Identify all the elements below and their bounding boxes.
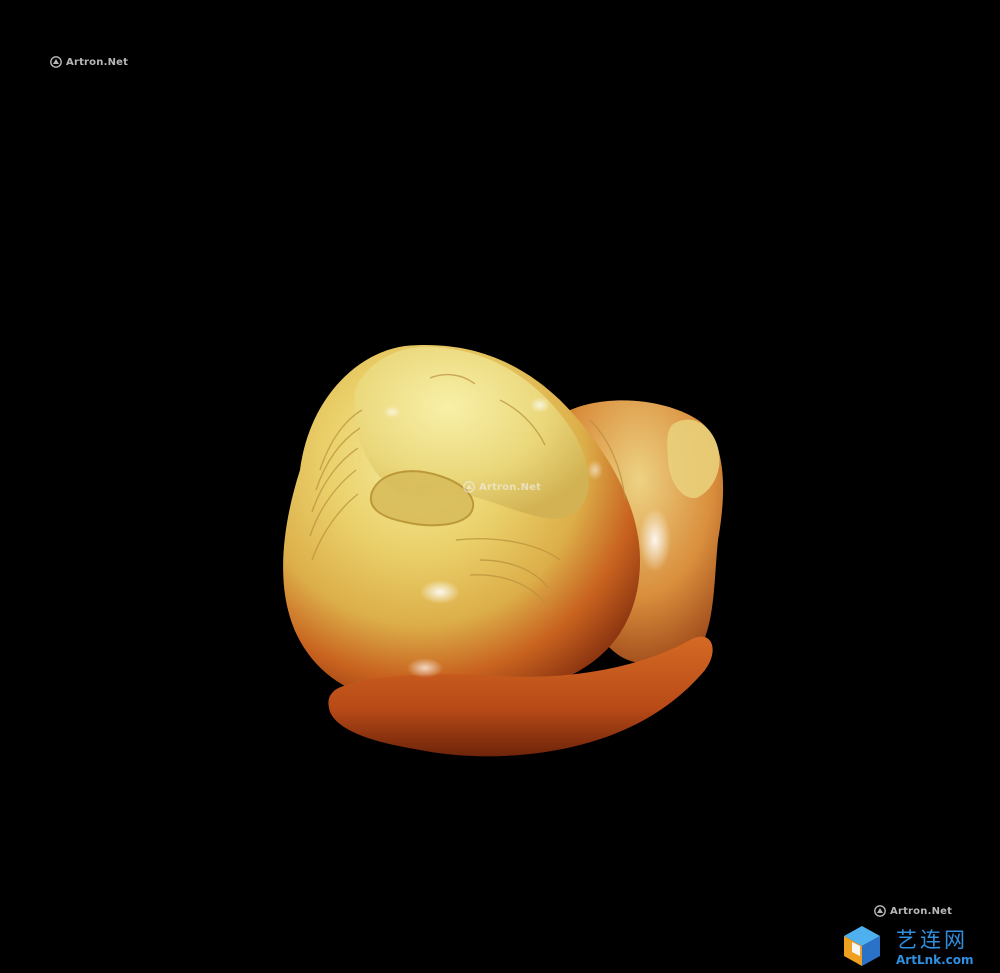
jade-highlight: [383, 406, 401, 418]
artlnk-brand: 艺连网 ArtLnk.com: [838, 922, 988, 968]
artron-logo-icon: [50, 56, 62, 68]
brand-domain: ArtLnk.com: [896, 953, 974, 967]
artron-logo-icon: [874, 905, 886, 917]
watermark-text: Artron.Net: [890, 905, 953, 917]
watermark-text: Artron.Net: [66, 56, 129, 68]
artron-logo-icon: [463, 481, 475, 493]
jade-highlight: [639, 508, 671, 572]
artlnk-cube-logo-icon: [844, 926, 880, 966]
photo-canvas: Artron.Net Artron.Net Artron.Net 艺连网 Art…: [0, 0, 1000, 973]
brand-chinese-name: 艺连网: [896, 928, 968, 952]
jade-highlight: [407, 658, 443, 678]
artron-watermark-center: Artron.Net: [463, 481, 541, 493]
watermark-text: Artron.Net: [479, 481, 542, 493]
artron-watermark-bottom: Artron.Net: [874, 905, 952, 917]
jade-highlight: [587, 460, 603, 480]
jade-highlight: [420, 580, 460, 604]
jade-highlight: [530, 397, 550, 413]
artron-watermark-top: Artron.Net: [50, 56, 128, 68]
